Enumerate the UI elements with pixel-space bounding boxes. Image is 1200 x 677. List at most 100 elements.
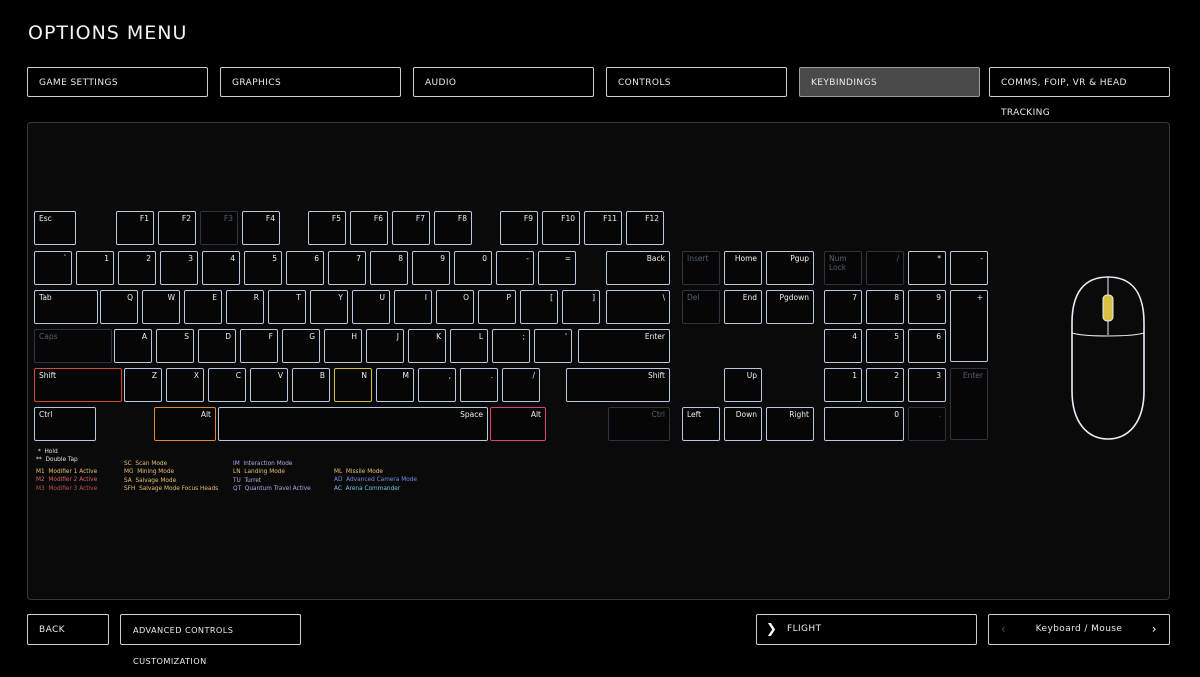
key-pgup[interactable]: Pgup (766, 251, 814, 285)
key-u[interactable]: U (352, 290, 390, 324)
key-np2[interactable]: 2 (866, 368, 904, 402)
key-y[interactable]: Y (310, 290, 348, 324)
key-s[interactable]: S (156, 329, 194, 363)
tab-keybindings[interactable]: KEYBINDINGS (799, 67, 980, 97)
key-w[interactable]: W (142, 290, 180, 324)
key-f9[interactable]: F9 (500, 211, 538, 245)
key-period[interactable]: . (460, 368, 498, 402)
key-d[interactable]: D (198, 329, 236, 363)
key-semi[interactable]: ; (492, 329, 530, 363)
key-n5[interactable]: 5 (244, 251, 282, 285)
key-b[interactable]: B (292, 368, 330, 402)
key-f2[interactable]: F2 (158, 211, 196, 245)
key-x[interactable]: X (166, 368, 204, 402)
key-npminus[interactable]: - (950, 251, 988, 285)
key-back[interactable]: Back (606, 251, 670, 285)
key-npslash[interactable]: / (866, 251, 904, 285)
key-down[interactable]: Down (724, 407, 762, 441)
tab-audio[interactable]: AUDIO (413, 67, 594, 97)
key-enter[interactable]: Enter (578, 329, 670, 363)
key-i[interactable]: I (394, 290, 432, 324)
key-comma[interactable]: , (418, 368, 456, 402)
key-ralt[interactable]: Alt (490, 407, 546, 441)
key-np3[interactable]: 3 (908, 368, 946, 402)
key-np8[interactable]: 8 (866, 290, 904, 324)
key-lalt[interactable]: Alt (154, 407, 216, 441)
key-n1[interactable]: 1 (76, 251, 114, 285)
back-button[interactable]: BACK (27, 614, 109, 645)
key-grave[interactable]: ` (34, 251, 72, 285)
key-f12[interactable]: F12 (626, 211, 664, 245)
key-esc[interactable]: Esc (34, 211, 76, 245)
device-selector[interactable]: ‹ Keyboard / Mouse › (988, 614, 1170, 645)
key-lctrl[interactable]: Ctrl (34, 407, 96, 441)
key-npdot[interactable]: . (908, 407, 946, 441)
key-minus[interactable]: - (496, 251, 534, 285)
key-g[interactable]: G (282, 329, 320, 363)
key-e[interactable]: E (184, 290, 222, 324)
key-n2[interactable]: 2 (118, 251, 156, 285)
chevron-right-icon[interactable]: › (1152, 622, 1157, 636)
key-lshift[interactable]: Shift (34, 368, 122, 402)
key-n4[interactable]: 4 (202, 251, 240, 285)
key-f4[interactable]: F4 (242, 211, 280, 245)
key-npstar[interactable]: * (908, 251, 946, 285)
key-f3[interactable]: F3 (200, 211, 238, 245)
key-npplus[interactable]: + (950, 290, 988, 362)
key-l[interactable]: L (450, 329, 488, 363)
key-h[interactable]: H (324, 329, 362, 363)
key-rctrl[interactable]: Ctrl (608, 407, 670, 441)
key-q[interactable]: Q (100, 290, 138, 324)
key-m[interactable]: M (376, 368, 414, 402)
key-quote[interactable]: ' (534, 329, 572, 363)
key-z[interactable]: Z (124, 368, 162, 402)
tab-game-settings[interactable]: GAME SETTINGS (27, 67, 208, 97)
key-t[interactable]: T (268, 290, 306, 324)
key-np4[interactable]: 4 (824, 329, 862, 363)
key-slash[interactable]: / (502, 368, 540, 402)
key-equals[interactable]: = (538, 251, 576, 285)
key-f8[interactable]: F8 (434, 211, 472, 245)
key-npenter[interactable]: Enter (950, 368, 988, 440)
key-up[interactable]: Up (724, 368, 762, 402)
key-k[interactable]: K (408, 329, 446, 363)
key-bslash[interactable]: \ (606, 290, 670, 324)
key-insert[interactable]: Insert (682, 251, 720, 285)
flight-mode-button[interactable]: ❯ FLIGHT (756, 614, 977, 645)
key-rshift[interactable]: Shift (566, 368, 670, 402)
key-n9[interactable]: 9 (412, 251, 450, 285)
key-p[interactable]: P (478, 290, 516, 324)
key-lbr[interactable]: [ (520, 290, 558, 324)
tab-comms[interactable]: COMMS, FOIP, VR & HEAD TRACKING (989, 67, 1170, 118)
key-end[interactable]: End (724, 290, 762, 324)
key-del[interactable]: Del (682, 290, 720, 324)
key-right[interactable]: Right (766, 407, 814, 441)
key-left[interactable]: Left (682, 407, 720, 441)
key-n8[interactable]: 8 (370, 251, 408, 285)
key-caps[interactable]: Caps (34, 329, 112, 363)
key-f5[interactable]: F5 (308, 211, 346, 245)
key-n6[interactable]: 6 (286, 251, 324, 285)
key-v[interactable]: V (250, 368, 288, 402)
key-rbr[interactable]: ] (562, 290, 600, 324)
key-np7[interactable]: 7 (824, 290, 862, 324)
key-f1[interactable]: F1 (116, 211, 154, 245)
tab-controls[interactable]: CONTROLS (606, 67, 787, 97)
key-np1[interactable]: 1 (824, 368, 862, 402)
advanced-controls-button[interactable]: ADVANCED CONTROLS CUSTOMIZATION (120, 614, 301, 666)
key-f6[interactable]: F6 (350, 211, 388, 245)
key-n0[interactable]: 0 (454, 251, 492, 285)
key-np0[interactable]: 0 (824, 407, 904, 441)
key-f[interactable]: F (240, 329, 278, 363)
key-np9[interactable]: 9 (908, 290, 946, 324)
key-pgdown[interactable]: Pgdown (766, 290, 814, 324)
key-home[interactable]: Home (724, 251, 762, 285)
tab-graphics[interactable]: GRAPHICS (220, 67, 401, 97)
key-f7[interactable]: F7 (392, 211, 430, 245)
key-a[interactable]: A (114, 329, 152, 363)
key-n[interactable]: N (334, 368, 372, 402)
key-np5[interactable]: 5 (866, 329, 904, 363)
key-n3[interactable]: 3 (160, 251, 198, 285)
key-c[interactable]: C (208, 368, 246, 402)
key-j[interactable]: J (366, 329, 404, 363)
